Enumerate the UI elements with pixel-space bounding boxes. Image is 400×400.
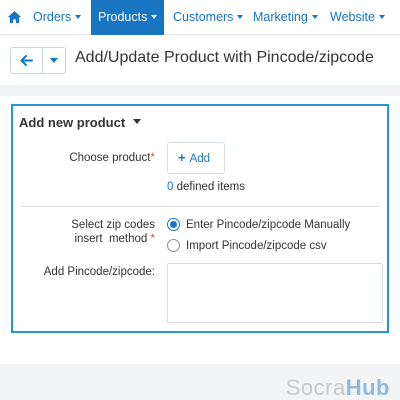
back-button[interactable] [11, 48, 43, 73]
nav-marketing[interactable]: Marketing [253, 0, 318, 35]
pincode-textarea[interactable] [167, 263, 383, 323]
arrow-left-icon [20, 55, 33, 66]
chevron-down-icon [378, 14, 385, 19]
pincode-label: Add Pincode/zipcode: [43, 266, 155, 278]
socrahub-watermark: SocraHub [286, 375, 390, 400]
caret-down-icon [133, 119, 142, 125]
nav-orders[interactable]: Orders [33, 0, 82, 35]
section-title: Add new product [19, 115, 126, 130]
method-label: Select zip codes insert method * [13, 218, 155, 246]
radio-manual[interactable] [167, 218, 180, 231]
required-mark: * [150, 152, 155, 164]
method-label-line1: Select zip codes [71, 219, 155, 231]
method-label-line2: insert method * [13, 232, 155, 246]
page-title: Add/Update Product with Pincode/zipcode [75, 49, 374, 66]
chevron-down-icon [237, 14, 244, 19]
defined-items-text: 0 defined items [167, 181, 245, 193]
nav-website-label: Website [330, 10, 375, 24]
add-button-label: Add [189, 153, 211, 165]
nav-website[interactable]: Website [330, 0, 385, 35]
chevron-down-icon [311, 14, 318, 19]
nav-orders-label: Orders [33, 10, 72, 24]
back-dropdown-button[interactable] [43, 48, 65, 73]
choose-product-label-text: Choose product [69, 152, 151, 164]
defined-suffix: defined items [173, 181, 246, 193]
radio-dot [170, 221, 177, 228]
nav-customers[interactable]: Customers [173, 0, 244, 35]
radio-csv[interactable] [167, 239, 180, 252]
required-mark: * [150, 233, 155, 245]
divider [21, 206, 381, 207]
back-button-group [10, 47, 66, 74]
section-toggle[interactable]: Add new product [19, 115, 142, 130]
nav-marketing-label: Marketing [253, 10, 308, 24]
nav-products-label: Products [98, 10, 148, 24]
home-icon[interactable] [7, 10, 22, 25]
chevron-down-icon [50, 58, 58, 63]
radio-csv-label: Import Pincode/zipcode csv [186, 240, 327, 252]
add-product-panel: Add new product Choose product* + Add 0 d… [11, 104, 389, 333]
add-product-button[interactable]: + Add [167, 142, 225, 174]
top-nav: Orders Products Customers Marketing Webs… [0, 0, 400, 35]
watermark-part1: Socra [285, 375, 346, 400]
plus-icon: + [178, 150, 186, 165]
method-label-line2-text: insert method [74, 233, 148, 245]
page-header: Add/Update Product with Pincode/zipcode [0, 35, 400, 85]
nav-customers-label: Customers [173, 10, 234, 24]
watermark-part2: Hub [345, 375, 390, 400]
choose-product-label: Choose product* [13, 151, 155, 165]
radio-manual-label: Enter Pincode/zipcode Manually [186, 219, 351, 231]
chevron-down-icon [75, 14, 82, 19]
chevron-down-icon [151, 14, 158, 19]
nav-products[interactable]: Products [91, 0, 165, 35]
